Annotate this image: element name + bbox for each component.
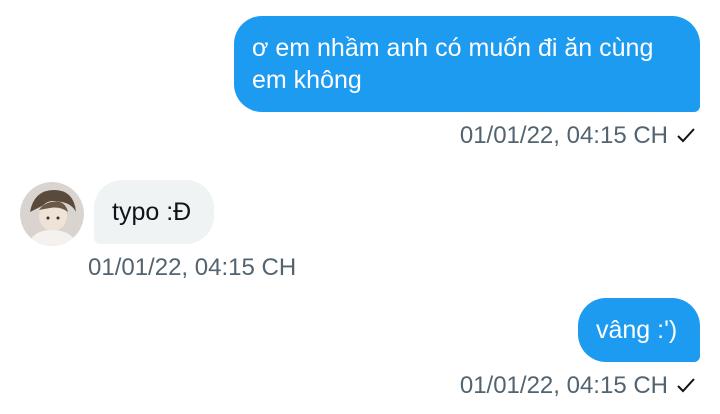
message-text: ơ em nhầm anh có muốn đi ăn cùng em khôn… bbox=[252, 34, 654, 94]
message-timestamp: 01/01/22, 04:15 CH bbox=[460, 372, 696, 400]
message-text: vâng :') bbox=[596, 316, 678, 344]
user-avatar[interactable] bbox=[20, 182, 84, 246]
timestamp-text: 01/01/22, 04:15 CH bbox=[88, 254, 297, 281]
message-timestamp: 01/01/22, 04:15 CH bbox=[460, 122, 696, 150]
avatar-photo bbox=[20, 182, 84, 246]
timestamp-text: 01/01/22, 04:15 CH bbox=[459, 372, 668, 399]
check-icon bbox=[677, 128, 695, 143]
message-bubble-outgoing[interactable]: vâng :') bbox=[578, 298, 700, 362]
timestamp-text: 01/01/22, 04:15 CH bbox=[459, 122, 668, 149]
message-timestamp: 01/01/22, 04:15 CH bbox=[88, 254, 296, 282]
message-bubble-outgoing[interactable]: ơ em nhầm anh có muốn đi ăn cùng em khôn… bbox=[234, 16, 700, 112]
message-bubble-incoming[interactable]: typo :Đ bbox=[94, 180, 214, 244]
message-text: typo :Đ bbox=[112, 198, 192, 226]
check-icon bbox=[677, 378, 695, 393]
